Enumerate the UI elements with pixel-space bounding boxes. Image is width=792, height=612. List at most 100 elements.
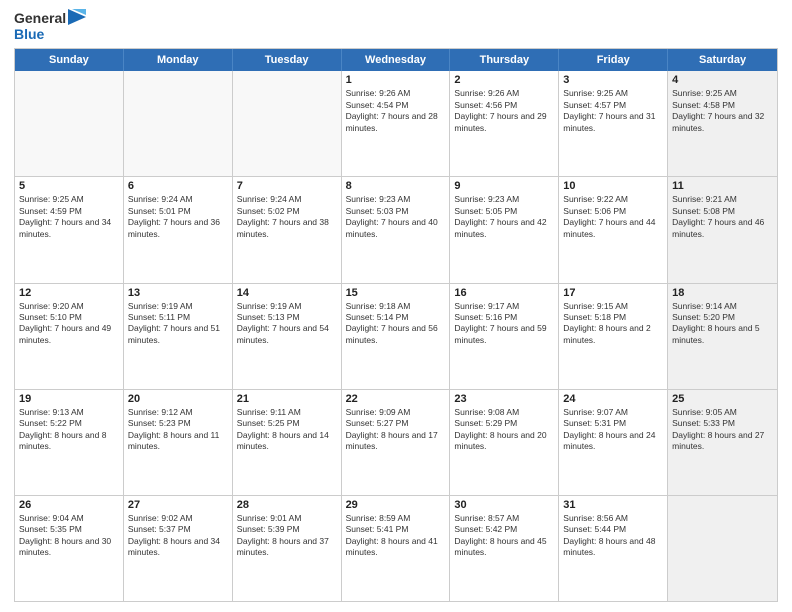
cell-daylight: Daylight: 8 hours and 8 minutes. [19, 430, 119, 453]
cell-sunset: Sunset: 5:16 PM [454, 312, 554, 323]
cell-sunset: Sunset: 4:59 PM [19, 206, 119, 217]
cell-daylight: Daylight: 8 hours and 27 minutes. [672, 430, 773, 453]
cal-cell-row0-col5: 3 Sunrise: 9:25 AM Sunset: 4:57 PM Dayli… [559, 71, 668, 176]
cell-sunrise: Sunrise: 9:25 AM [563, 88, 663, 99]
cal-cell-row0-col1 [124, 71, 233, 176]
cal-cell-row4-col3: 29 Sunrise: 8:59 AM Sunset: 5:41 PM Dayl… [342, 496, 451, 601]
day-number: 11 [672, 180, 773, 192]
cal-cell-row3-col3: 22 Sunrise: 9:09 AM Sunset: 5:27 PM Dayl… [342, 390, 451, 495]
cell-sunset: Sunset: 5:29 PM [454, 418, 554, 429]
calendar-body: 1 Sunrise: 9:26 AM Sunset: 4:54 PM Dayli… [15, 71, 777, 601]
cell-daylight: Daylight: 8 hours and 17 minutes. [346, 430, 446, 453]
cell-sunset: Sunset: 4:56 PM [454, 100, 554, 111]
cell-daylight: Daylight: 8 hours and 2 minutes. [563, 323, 663, 346]
cell-sunrise: Sunrise: 9:12 AM [128, 407, 228, 418]
cell-sunset: Sunset: 5:31 PM [563, 418, 663, 429]
day-number: 19 [19, 393, 119, 405]
header: General Blue [14, 10, 778, 42]
cell-sunrise: Sunrise: 9:09 AM [346, 407, 446, 418]
cal-cell-row3-col2: 21 Sunrise: 9:11 AM Sunset: 5:25 PM Dayl… [233, 390, 342, 495]
cal-cell-row1-col3: 8 Sunrise: 9:23 AM Sunset: 5:03 PM Dayli… [342, 177, 451, 282]
cell-sunset: Sunset: 5:35 PM [19, 524, 119, 535]
cell-sunrise: Sunrise: 9:15 AM [563, 301, 663, 312]
cal-cell-row0-col3: 1 Sunrise: 9:26 AM Sunset: 4:54 PM Dayli… [342, 71, 451, 176]
cell-daylight: Daylight: 8 hours and 24 minutes. [563, 430, 663, 453]
weekday-header-sunday: Sunday [15, 49, 124, 71]
cell-sunrise: Sunrise: 9:21 AM [672, 194, 773, 205]
cell-daylight: Daylight: 8 hours and 34 minutes. [128, 536, 228, 559]
cal-cell-row1-col6: 11 Sunrise: 9:21 AM Sunset: 5:08 PM Dayl… [668, 177, 777, 282]
day-number: 5 [19, 180, 119, 192]
cal-cell-row2-col2: 14 Sunrise: 9:19 AM Sunset: 5:13 PM Dayl… [233, 284, 342, 389]
logo-general: General [14, 10, 66, 26]
cell-daylight: Daylight: 7 hours and 49 minutes. [19, 323, 119, 346]
cell-daylight: Daylight: 7 hours and 31 minutes. [563, 111, 663, 134]
day-number: 25 [672, 393, 773, 405]
day-number: 9 [454, 180, 554, 192]
day-number: 13 [128, 287, 228, 299]
cell-daylight: Daylight: 8 hours and 48 minutes. [563, 536, 663, 559]
cell-sunrise: Sunrise: 9:11 AM [237, 407, 337, 418]
cell-sunset: Sunset: 5:23 PM [128, 418, 228, 429]
cell-sunrise: Sunrise: 9:25 AM [19, 194, 119, 205]
cal-week-row-1: 5 Sunrise: 9:25 AM Sunset: 4:59 PM Dayli… [15, 177, 777, 283]
day-number: 31 [563, 499, 663, 511]
weekday-header-saturday: Saturday [668, 49, 777, 71]
cal-cell-row1-col1: 6 Sunrise: 9:24 AM Sunset: 5:01 PM Dayli… [124, 177, 233, 282]
day-number: 12 [19, 287, 119, 299]
cell-sunset: Sunset: 5:27 PM [346, 418, 446, 429]
day-number: 27 [128, 499, 228, 511]
cell-sunset: Sunset: 5:06 PM [563, 206, 663, 217]
cell-daylight: Daylight: 7 hours and 54 minutes. [237, 323, 337, 346]
day-number: 14 [237, 287, 337, 299]
cell-daylight: Daylight: 7 hours and 38 minutes. [237, 217, 337, 240]
cell-sunset: Sunset: 5:22 PM [19, 418, 119, 429]
cal-cell-row4-col6 [668, 496, 777, 601]
cell-sunrise: Sunrise: 9:26 AM [454, 88, 554, 99]
calendar: SundayMondayTuesdayWednesdayThursdayFrid… [14, 48, 778, 602]
cal-cell-row0-col4: 2 Sunrise: 9:26 AM Sunset: 4:56 PM Dayli… [450, 71, 559, 176]
cal-cell-row2-col5: 17 Sunrise: 9:15 AM Sunset: 5:18 PM Dayl… [559, 284, 668, 389]
cell-sunset: Sunset: 5:42 PM [454, 524, 554, 535]
logo-arrow [68, 9, 86, 32]
logo-container: General Blue [14, 10, 86, 42]
day-number: 24 [563, 393, 663, 405]
cell-sunrise: Sunrise: 9:19 AM [128, 301, 228, 312]
cal-cell-row4-col5: 31 Sunrise: 8:56 AM Sunset: 5:44 PM Dayl… [559, 496, 668, 601]
cell-sunset: Sunset: 5:03 PM [346, 206, 446, 217]
cell-sunrise: Sunrise: 9:04 AM [19, 513, 119, 524]
cell-sunrise: Sunrise: 8:57 AM [454, 513, 554, 524]
calendar-header-row: SundayMondayTuesdayWednesdayThursdayFrid… [15, 49, 777, 71]
cal-cell-row3-col4: 23 Sunrise: 9:08 AM Sunset: 5:29 PM Dayl… [450, 390, 559, 495]
cal-week-row-3: 19 Sunrise: 9:13 AM Sunset: 5:22 PM Dayl… [15, 390, 777, 496]
cell-sunset: Sunset: 5:33 PM [672, 418, 773, 429]
cal-cell-row3-col5: 24 Sunrise: 9:07 AM Sunset: 5:31 PM Dayl… [559, 390, 668, 495]
cal-cell-row4-col4: 30 Sunrise: 8:57 AM Sunset: 5:42 PM Dayl… [450, 496, 559, 601]
day-number: 26 [19, 499, 119, 511]
cell-daylight: Daylight: 8 hours and 5 minutes. [672, 323, 773, 346]
cal-cell-row3-col6: 25 Sunrise: 9:05 AM Sunset: 5:33 PM Dayl… [668, 390, 777, 495]
cell-sunrise: Sunrise: 9:23 AM [346, 194, 446, 205]
day-number: 6 [128, 180, 228, 192]
cal-cell-row3-col0: 19 Sunrise: 9:13 AM Sunset: 5:22 PM Dayl… [15, 390, 124, 495]
cal-week-row-4: 26 Sunrise: 9:04 AM Sunset: 5:35 PM Dayl… [15, 496, 777, 601]
cal-cell-row0-col2 [233, 71, 342, 176]
weekday-header-monday: Monday [124, 49, 233, 71]
cal-week-row-0: 1 Sunrise: 9:26 AM Sunset: 4:54 PM Dayli… [15, 71, 777, 177]
cell-sunset: Sunset: 5:08 PM [672, 206, 773, 217]
cal-cell-row2-col0: 12 Sunrise: 9:20 AM Sunset: 5:10 PM Dayl… [15, 284, 124, 389]
cell-sunrise: Sunrise: 9:01 AM [237, 513, 337, 524]
cell-sunrise: Sunrise: 9:26 AM [346, 88, 446, 99]
cell-sunset: Sunset: 5:18 PM [563, 312, 663, 323]
cal-cell-row1-col4: 9 Sunrise: 9:23 AM Sunset: 5:05 PM Dayli… [450, 177, 559, 282]
cal-week-row-2: 12 Sunrise: 9:20 AM Sunset: 5:10 PM Dayl… [15, 284, 777, 390]
cell-sunset: Sunset: 5:02 PM [237, 206, 337, 217]
cell-sunset: Sunset: 4:54 PM [346, 100, 446, 111]
cal-cell-row3-col1: 20 Sunrise: 9:12 AM Sunset: 5:23 PM Dayl… [124, 390, 233, 495]
cal-cell-row1-col2: 7 Sunrise: 9:24 AM Sunset: 5:02 PM Dayli… [233, 177, 342, 282]
cell-daylight: Daylight: 7 hours and 56 minutes. [346, 323, 446, 346]
cal-cell-row0-col0 [15, 71, 124, 176]
logo-graphic: General Blue [14, 10, 66, 42]
cell-sunrise: Sunrise: 9:08 AM [454, 407, 554, 418]
day-number: 3 [563, 74, 663, 86]
